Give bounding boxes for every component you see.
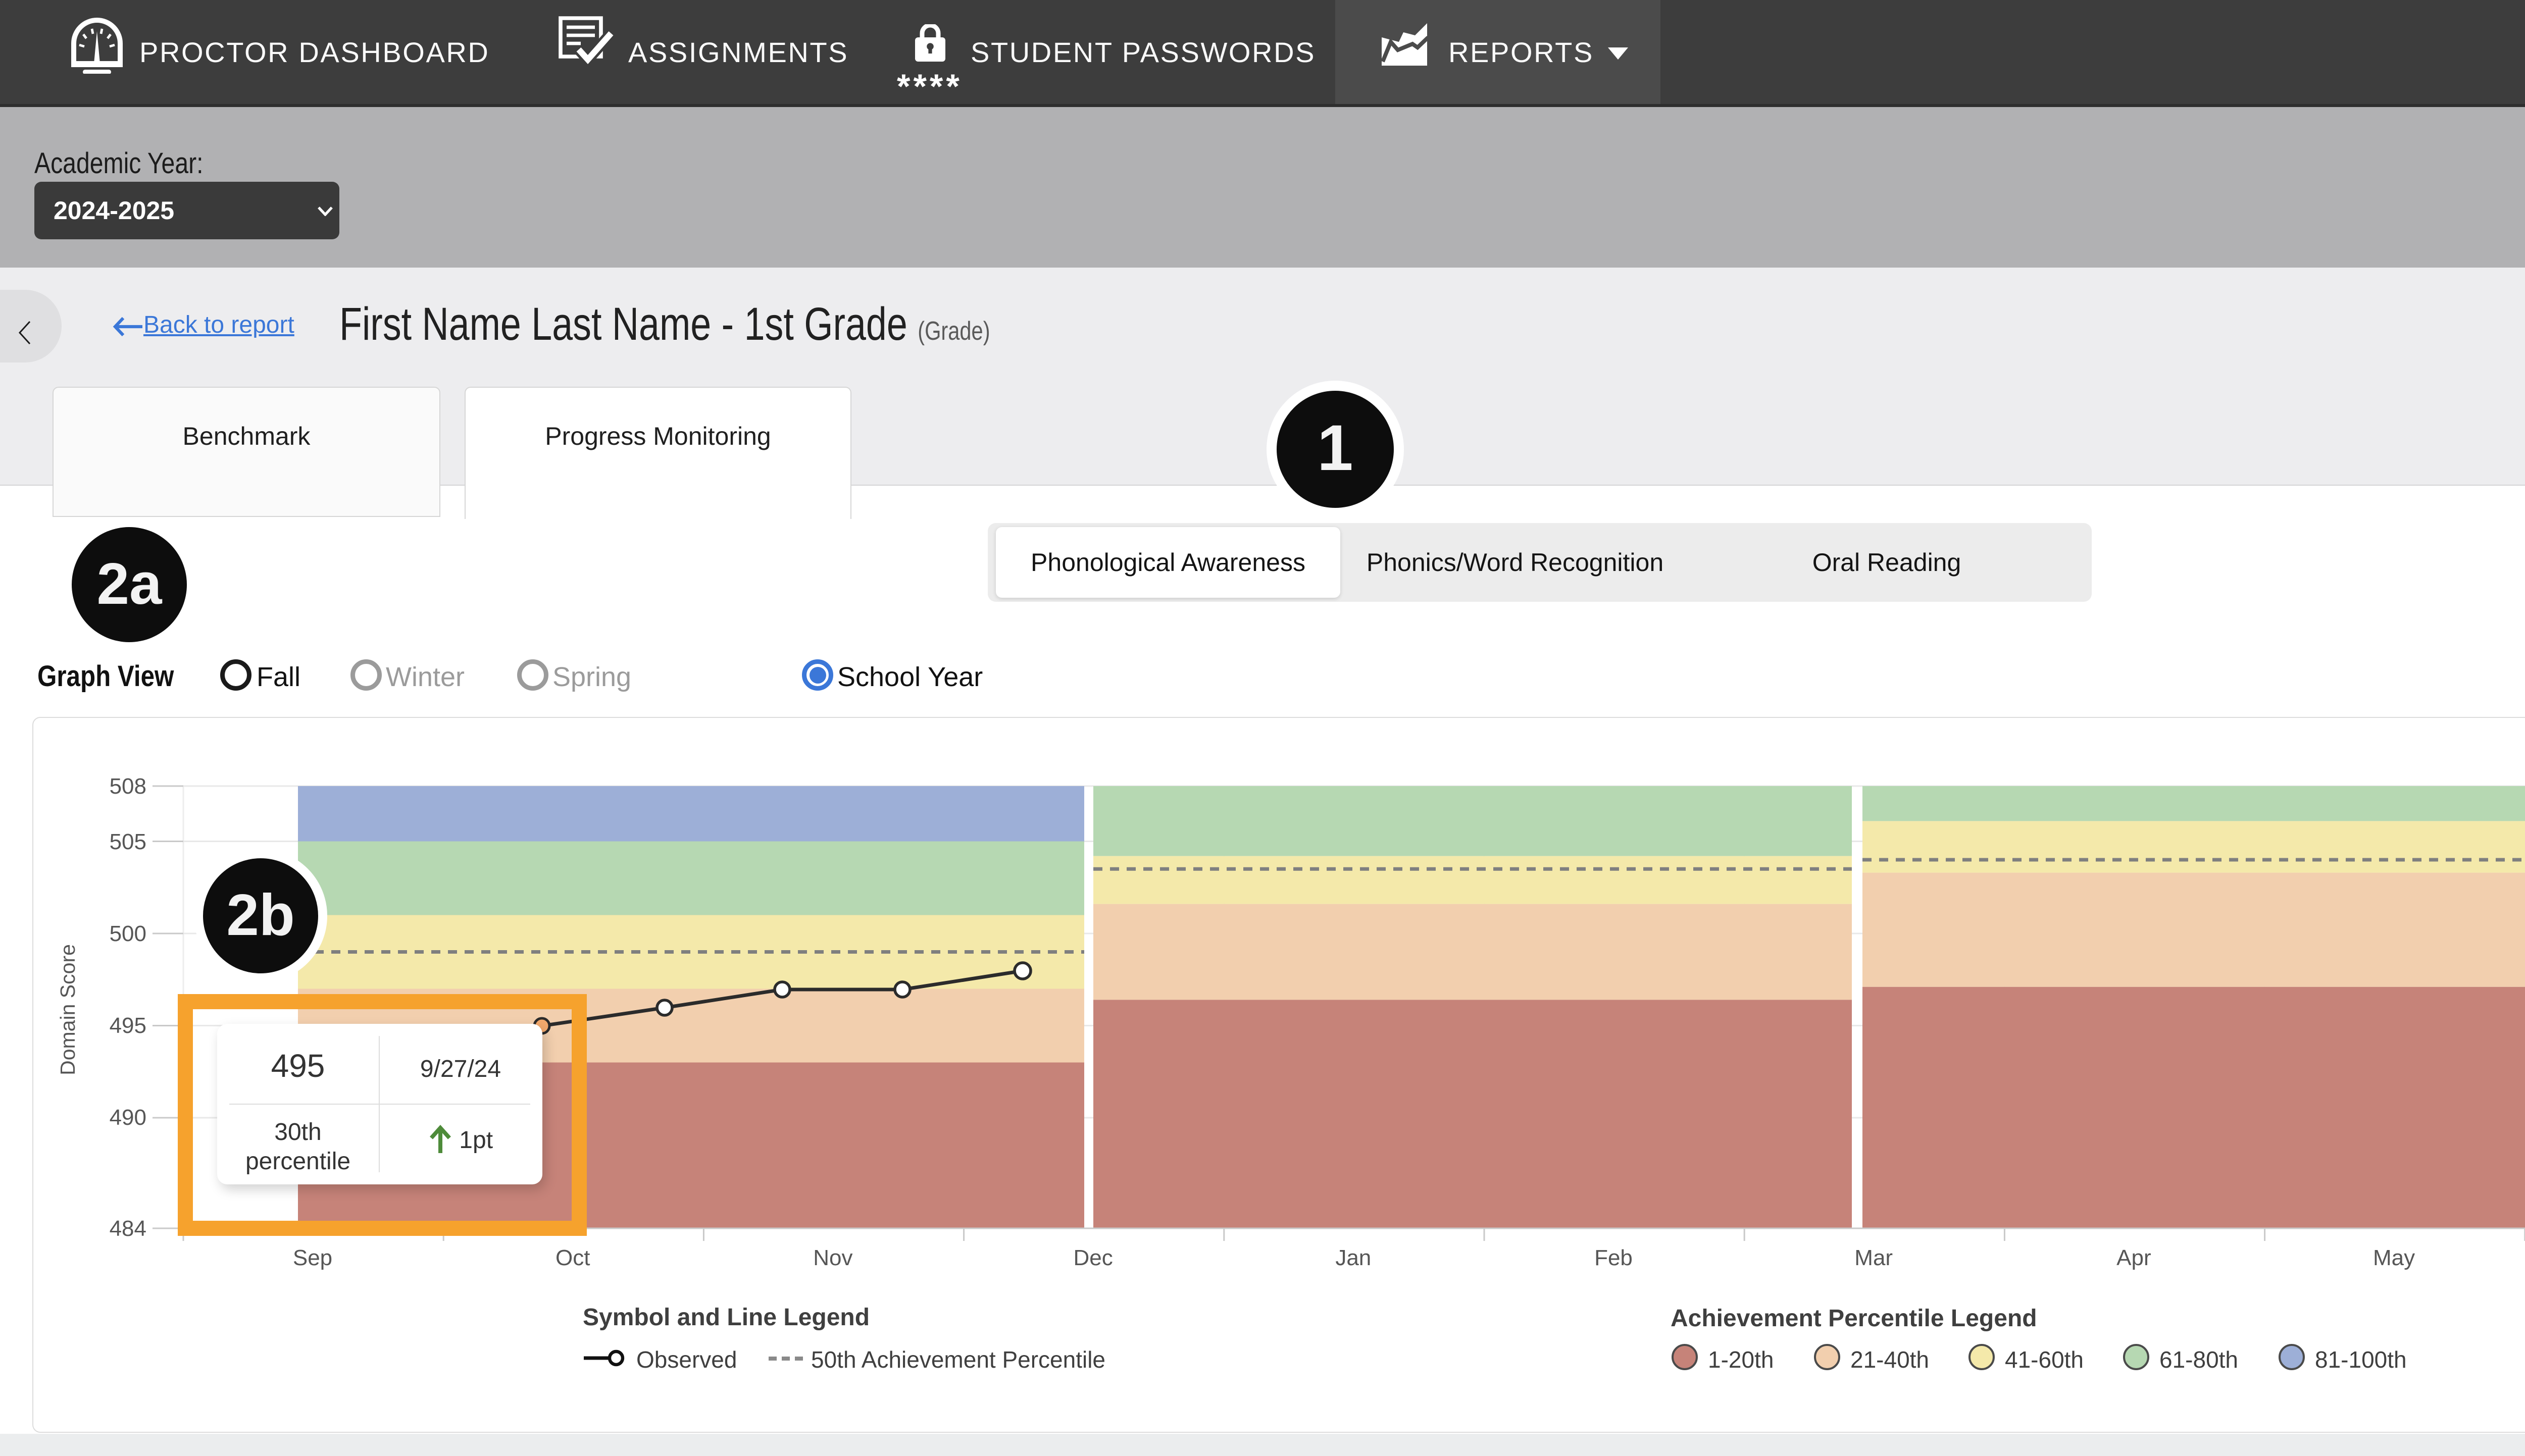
svg-text:Feb: Feb xyxy=(1594,1245,1633,1270)
svg-text:Oct: Oct xyxy=(556,1245,590,1270)
svg-text:505: 505 xyxy=(110,829,146,854)
svg-text:Nov: Nov xyxy=(813,1245,852,1270)
svg-text:500: 500 xyxy=(110,921,146,946)
svg-text:508: 508 xyxy=(110,774,146,799)
svg-text:Dec: Dec xyxy=(1073,1245,1113,1270)
svg-text:484: 484 xyxy=(110,1216,146,1241)
svg-text:May: May xyxy=(2373,1245,2415,1270)
svg-text:Jan: Jan xyxy=(1335,1245,1371,1270)
svg-text:Apr: Apr xyxy=(2116,1245,2151,1270)
svg-text:490: 490 xyxy=(110,1105,146,1130)
svg-text:495: 495 xyxy=(110,1013,146,1038)
svg-text:Domain Score: Domain Score xyxy=(56,944,79,1075)
svg-text:Sep: Sep xyxy=(293,1245,332,1270)
svg-text:Mar: Mar xyxy=(1854,1245,1893,1270)
